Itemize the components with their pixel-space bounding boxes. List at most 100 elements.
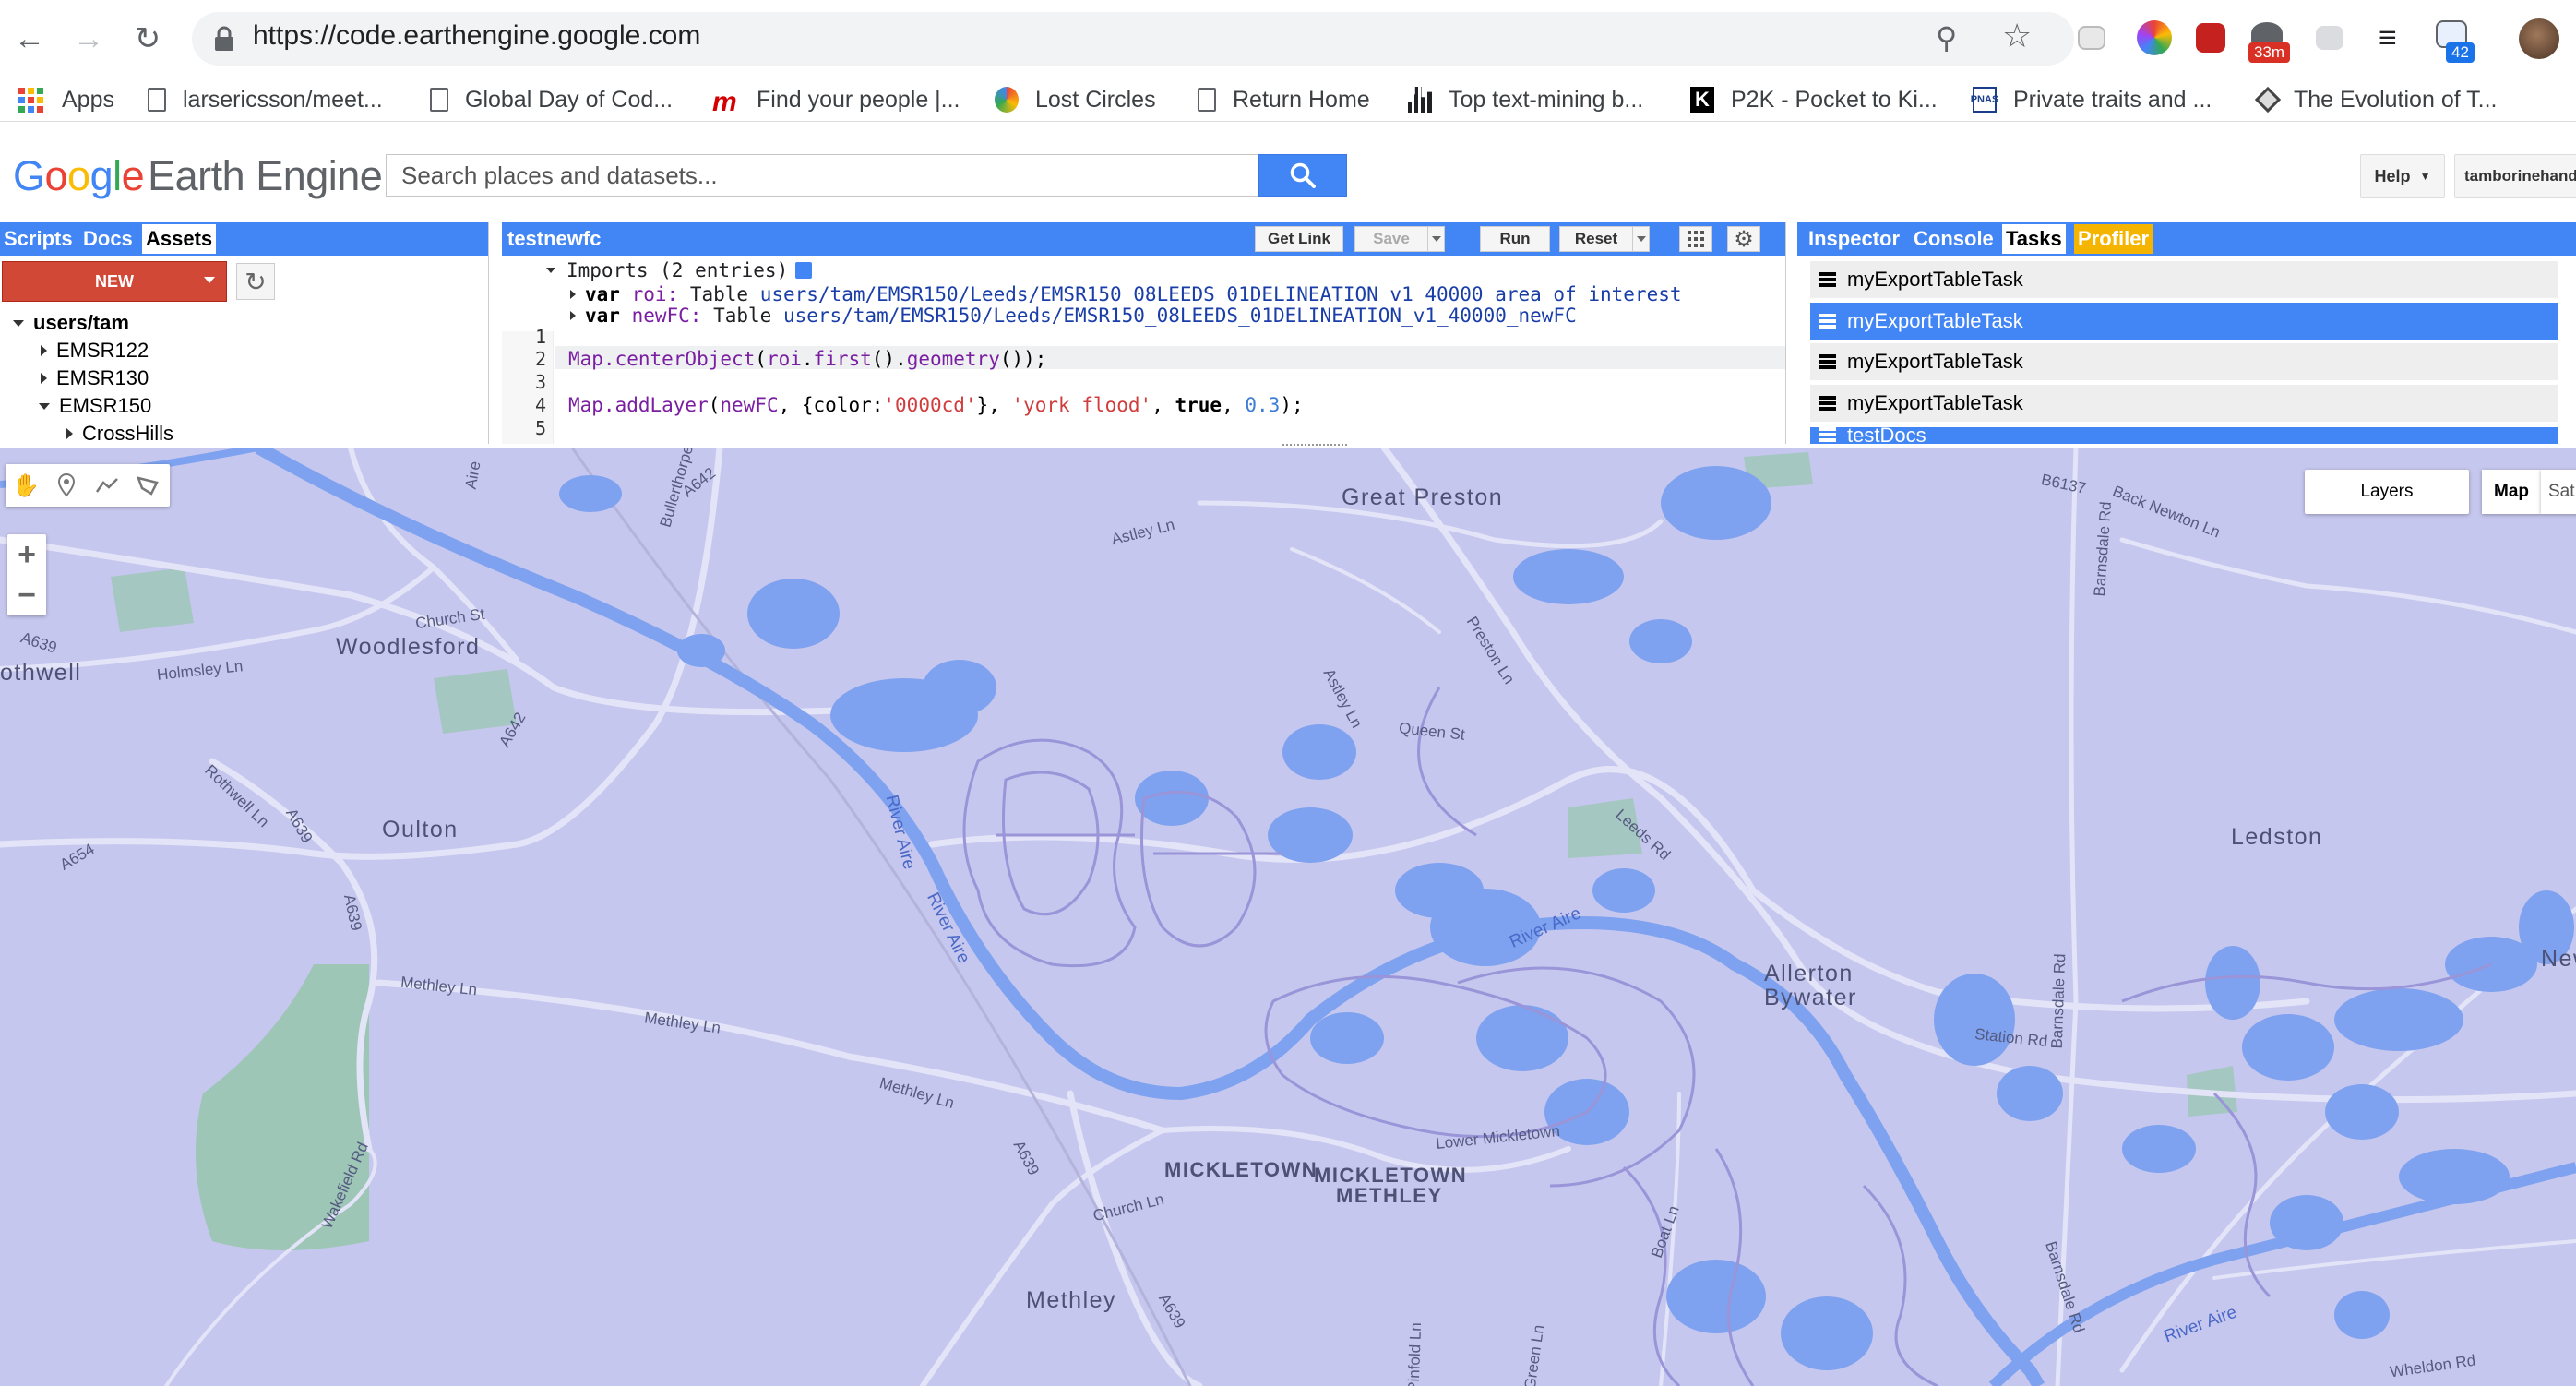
document-icon — [1198, 88, 1216, 112]
search-input[interactable] — [386, 154, 1260, 197]
place-label: Great Preston — [1342, 484, 1504, 510]
refresh-button[interactable]: ↻ — [236, 263, 275, 300]
reset-button[interactable]: Reset — [1559, 226, 1633, 252]
gear-icon: ⚙ — [1734, 226, 1754, 252]
tree-item-emsr150[interactable]: EMSR150 — [39, 394, 151, 418]
bookmark-return-home[interactable]: Return Home — [1198, 83, 1370, 116]
chevron-right-icon — [41, 373, 47, 384]
imports-header[interactable]: Imports (2 entries) — [546, 259, 813, 281]
road-network — [0, 448, 2576, 1386]
tab-profiler[interactable]: Profiler — [2074, 224, 2153, 254]
place-label: Bywater — [1764, 985, 1857, 1010]
chevron-right-icon — [41, 345, 47, 356]
river-aire — [255, 448, 2045, 1386]
imports-doc-icon[interactable] — [795, 262, 813, 279]
timer-extension-icon[interactable] — [2251, 22, 2283, 44]
zoom-out-button[interactable]: − — [7, 575, 46, 615]
new-button[interactable]: NEW — [2, 261, 227, 302]
tab-inspector[interactable]: Inspector — [1805, 224, 1903, 254]
reset-dropdown[interactable] — [1633, 226, 1650, 252]
map-type-map-button[interactable]: Map — [2482, 470, 2541, 514]
bookmark-text-mining[interactable]: Top text-mining b... — [1408, 83, 1643, 116]
run-button[interactable]: Run — [1480, 226, 1550, 252]
bookmark-p2k[interactable]: K P2K - Pocket to Ki... — [1690, 83, 1938, 116]
task-row[interactable]: testDocs — [1810, 427, 2558, 444]
bookmark-star-icon[interactable]: ☆ — [2002, 17, 2032, 55]
tab-tasks[interactable]: Tasks — [2002, 224, 2066, 254]
earth-engine-logo[interactable]: GoogleEarth Engine — [13, 152, 383, 200]
left-panel: Scripts Docs Assets NEW ↻ users/tam EMSR… — [0, 222, 489, 444]
bookmark-private-traits[interactable]: PNAS Private traits and ... — [1971, 83, 2212, 116]
tab-scripts[interactable]: Scripts — [0, 224, 77, 254]
map-canvas[interactable]: Great Preston Woodlesford othwell Oulton… — [0, 448, 2576, 1386]
script-title[interactable]: testnewfc — [507, 227, 601, 251]
point-tool[interactable] — [46, 464, 87, 507]
task-row[interactable]: myExportTableTask — [1810, 303, 2558, 340]
code-area[interactable]: 1 2 3 4 5 Map.centerObject(roi.first().g… — [502, 326, 1785, 444]
video-extension-icon[interactable] — [2196, 23, 2225, 53]
extension-icon[interactable] — [2078, 26, 2105, 50]
task-row[interactable]: myExportTableTask — [1810, 261, 2558, 298]
apps-button[interactable] — [1679, 226, 1712, 252]
task-row[interactable]: myExportTableTask — [1810, 385, 2558, 422]
import-path-link[interactable]: users/tam/EMSR150/Leeds/EMSR150_08LEEDS_… — [760, 283, 1682, 305]
road-label: Barnsdale Rd — [2047, 953, 2069, 1049]
polygon-tool[interactable] — [127, 464, 168, 507]
search-button[interactable] — [1258, 154, 1347, 197]
chevron-down-icon: ▼ — [2419, 170, 2431, 183]
code-line-4: Map.addLayer(newFC, {color:'0000cd'}, 'y… — [568, 394, 1304, 416]
task-row[interactable]: myExportTableTask — [1810, 343, 2558, 380]
import-path-link[interactable]: users/tam/EMSR150/Leeds/EMSR150_08LEEDS_… — [783, 305, 1577, 327]
bookmark-evolution[interactable]: The Evolution of T... — [2254, 83, 2498, 116]
chevron-right-icon — [570, 311, 576, 320]
chevron-down-icon — [204, 277, 215, 283]
table-icon — [1819, 427, 1836, 442]
bookmark-larsericsson[interactable]: larsericsson/meet... — [148, 83, 383, 116]
back-icon[interactable]: ← — [7, 17, 52, 61]
place-label: New — [2541, 946, 2576, 972]
line-number: 5 — [534, 417, 546, 439]
camera-extension-icon[interactable] — [2316, 26, 2343, 50]
tree-item-crosshills[interactable]: CrossHills — [66, 422, 173, 444]
map-type-satellite-button[interactable]: Sat — [2541, 470, 2576, 514]
import-row-roi[interactable]: var roi: Table users/tam/EMSR150/Leeds/E… — [570, 283, 1682, 305]
help-button[interactable]: Help ▼ — [2360, 154, 2445, 198]
bookmark-lost-circles[interactable]: Lost Circles — [995, 83, 1156, 116]
bookmark-apps[interactable]: Apps — [18, 83, 114, 116]
line-tool[interactable] — [87, 464, 127, 507]
settings-button[interactable]: ⚙ — [1727, 226, 1760, 252]
reload-icon[interactable]: ↻ — [125, 17, 170, 61]
bookmark-global-day-of-code[interactable]: Global Day of Cod... — [430, 83, 673, 116]
bookmark-find-your-people[interactable]: m Find your people |... — [712, 83, 960, 118]
tree-item-emsr130[interactable]: EMSR130 — [41, 366, 149, 390]
get-link-button[interactable]: Get Link — [1255, 226, 1343, 252]
hand-icon: ✋ — [12, 472, 40, 498]
save-button[interactable]: Save — [1354, 226, 1428, 252]
pnas-icon: PNAS — [1971, 87, 1998, 113]
hand-tool[interactable]: ✋ — [6, 464, 46, 507]
imports-section: Imports (2 entries) var roi: Table users… — [502, 256, 1785, 329]
river-aire — [1988, 1162, 2576, 1386]
line-number: 4 — [534, 394, 546, 416]
place-label: Allerton — [1764, 961, 1854, 986]
layers-button[interactable]: Layers — [2305, 470, 2469, 514]
zoom-icon[interactable]: ⚲ — [1936, 20, 1957, 55]
tab-console[interactable]: Console — [1910, 224, 1998, 254]
save-dropdown[interactable] — [1428, 226, 1445, 252]
place-label: Woodlesford — [336, 634, 481, 660]
tree-item-users-tam[interactable]: users/tam — [13, 311, 129, 335]
chevron-right-icon — [66, 428, 73, 439]
forward-icon[interactable]: → — [66, 17, 111, 61]
user-button[interactable]: tamborinehands — [2454, 154, 2576, 198]
zoom-in-button[interactable]: + — [7, 534, 46, 575]
import-row-newfc[interactable]: var newFC: Table users/tam/EMSR150/Leeds… — [570, 305, 1577, 327]
chevron-down-icon — [546, 268, 555, 273]
color-extension-icon[interactable] — [2137, 20, 2172, 55]
tree-item-emsr122[interactable]: EMSR122 — [41, 339, 149, 363]
tab-docs[interactable]: Docs — [79, 224, 137, 254]
marker-icon — [57, 473, 76, 497]
tab-assets[interactable]: Assets — [142, 224, 217, 254]
profile-avatar[interactable] — [2519, 18, 2559, 59]
lost-circles-icon — [995, 87, 1019, 113]
reader-extension-icon[interactable]: ≡ — [2379, 20, 2397, 56]
